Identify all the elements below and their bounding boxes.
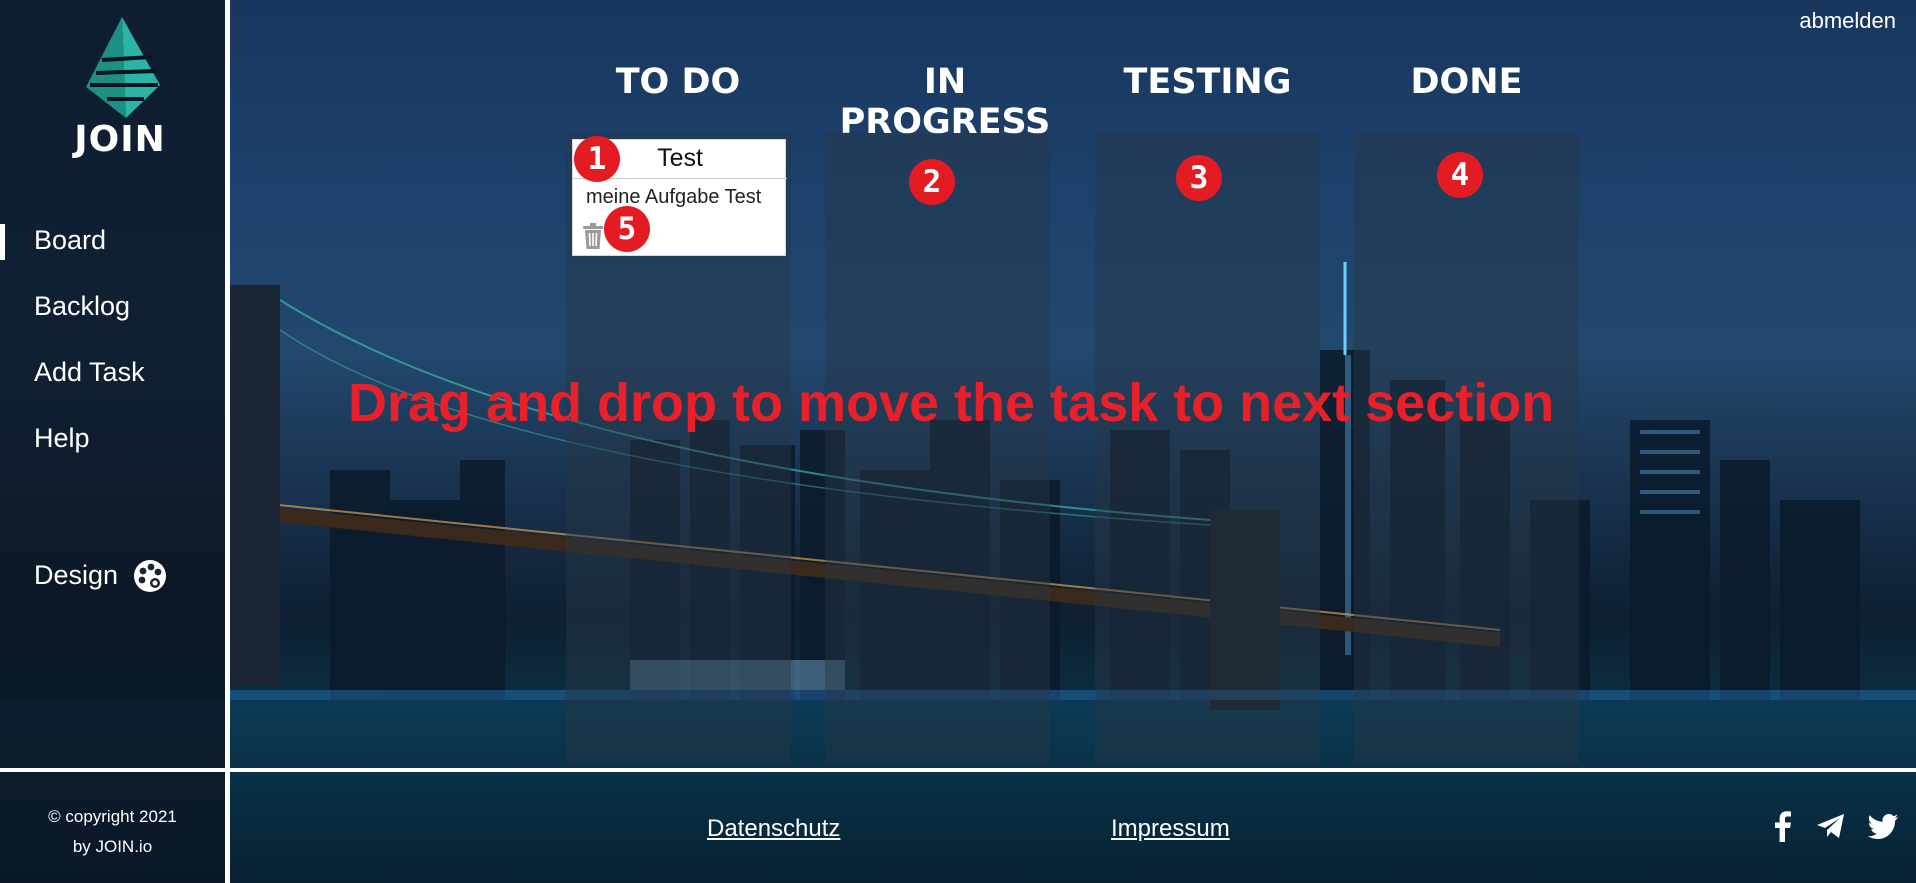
column-in-progress-dropzone[interactable] [825,133,1050,763]
logo-text: JOIN [74,119,166,160]
copyright-line-1: © copyright 2021 [48,807,177,826]
task-description: meine Aufgabe Test [586,186,762,208]
annotation-badge-5: 5 [604,206,650,252]
footer-link-datenschutz[interactable]: Datenschutz [707,815,840,843]
page: JOIN Board Backlog Add Task Help Design … [0,0,1916,883]
sidebar: JOIN Board Backlog Add Task Help Design … [0,0,225,883]
column-title-testing: TESTING [1123,62,1292,102]
sidebar-vertical-divider [225,0,230,883]
column-title-todo: TO DO [615,62,741,102]
sidebar-item-add-task[interactable]: Add Task [34,357,145,388]
column-done-dropzone[interactable] [1354,133,1579,763]
sidebar-divider-line [0,768,225,772]
join-logo[interactable]: JOIN [60,15,180,165]
sidebar-item-help[interactable]: Help [34,423,90,454]
telegram-icon[interactable] [1816,810,1846,842]
palette-icon[interactable] [132,558,168,594]
annotation-badge-1: 1 [574,136,620,182]
logout-link[interactable]: abmelden [1799,8,1896,34]
footer-divider-line [230,768,1916,772]
sidebar-item-design[interactable]: Design [34,560,118,591]
annotation-badge-4: 4 [1437,152,1483,198]
column-testing-dropzone[interactable] [1095,133,1320,763]
copyright: © copyright 2021 by JOIN.io [0,802,225,862]
active-nav-indicator [0,224,5,260]
footer-link-impressum[interactable]: Impressum [1111,815,1230,843]
annotation-badge-2: 2 [909,159,955,205]
column-title-done: DONE [1410,62,1523,102]
drag-drop-hint: Drag and drop to move the task to next s… [348,373,1555,433]
column-title-in-progress: IN PROGRESS [839,62,1051,142]
join-logo-icon [86,17,160,118]
twitter-icon[interactable] [1868,810,1898,842]
annotation-badge-3: 3 [1176,155,1222,201]
trash-icon[interactable] [582,223,604,250]
sidebar-item-backlog[interactable]: Backlog [34,291,130,322]
facebook-icon[interactable] [1768,810,1798,842]
copyright-line-2: by JOIN.io [72,837,153,856]
sidebar-item-board[interactable]: Board [34,225,106,256]
